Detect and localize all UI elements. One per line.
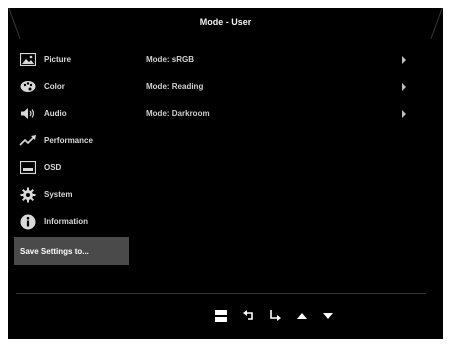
info-icon <box>18 214 38 230</box>
mode-label: Mode: Darkroom <box>146 109 210 118</box>
page-title: Mode - User <box>199 17 252 27</box>
mode-item-srgb[interactable]: Mode: sRGB <box>146 46 406 73</box>
sidebar: Picture Color Audio Performance OSD Syst… <box>14 46 129 265</box>
mode-label: Mode: sRGB <box>146 55 194 64</box>
palette-icon <box>18 79 38 95</box>
mode-item-darkroom[interactable]: Mode: Darkroom <box>146 100 406 127</box>
menu-icon[interactable] <box>213 308 229 324</box>
sidebar-item-picture[interactable]: Picture <box>14 46 129 73</box>
sidebar-item-label: Audio <box>44 109 67 118</box>
up-icon[interactable] <box>294 308 310 324</box>
down-icon[interactable] <box>320 308 336 324</box>
sidebar-item-color[interactable]: Color <box>14 73 129 100</box>
sidebar-item-save-settings[interactable]: Save Settings to... <box>14 237 129 265</box>
sidebar-item-label: OSD <box>44 163 62 172</box>
sidebar-item-label: Color <box>44 82 65 91</box>
enter-icon[interactable] <box>267 308 283 324</box>
chevron-right-icon <box>402 56 406 64</box>
sidebar-item-label: Performance <box>44 136 93 145</box>
sidebar-item-information[interactable]: Information <box>14 208 129 235</box>
sidebar-item-label: Picture <box>44 55 72 64</box>
osd-menu: Mode - User Picture Color Audio Performa… <box>8 8 443 339</box>
gear-icon <box>18 187 38 203</box>
sidebar-item-performance[interactable]: Performance <box>14 127 129 154</box>
chevron-right-icon <box>402 110 406 118</box>
chevron-right-icon <box>402 83 406 91</box>
mode-label: Mode: Reading <box>146 82 204 91</box>
back-icon[interactable] <box>241 308 257 324</box>
mode-list: Mode: sRGB Mode: Reading Mode: Darkroom <box>146 46 406 127</box>
sidebar-item-label: Save Settings to... <box>20 246 89 256</box>
mode-item-reading[interactable]: Mode: Reading <box>146 73 406 100</box>
sidebar-item-osd[interactable]: OSD <box>14 154 129 181</box>
sidebar-item-label: System <box>44 190 73 199</box>
picture-icon <box>18 52 38 68</box>
title-bar: Mode - User <box>8 8 443 39</box>
bottom-divider <box>16 293 426 294</box>
osd-icon <box>18 160 38 176</box>
navigation-bar <box>8 308 443 326</box>
sidebar-item-system[interactable]: System <box>14 181 129 208</box>
trend-icon <box>18 133 38 149</box>
sidebar-item-label: Information <box>44 217 88 226</box>
sidebar-item-audio[interactable]: Audio <box>14 100 129 127</box>
speaker-icon <box>18 106 38 122</box>
